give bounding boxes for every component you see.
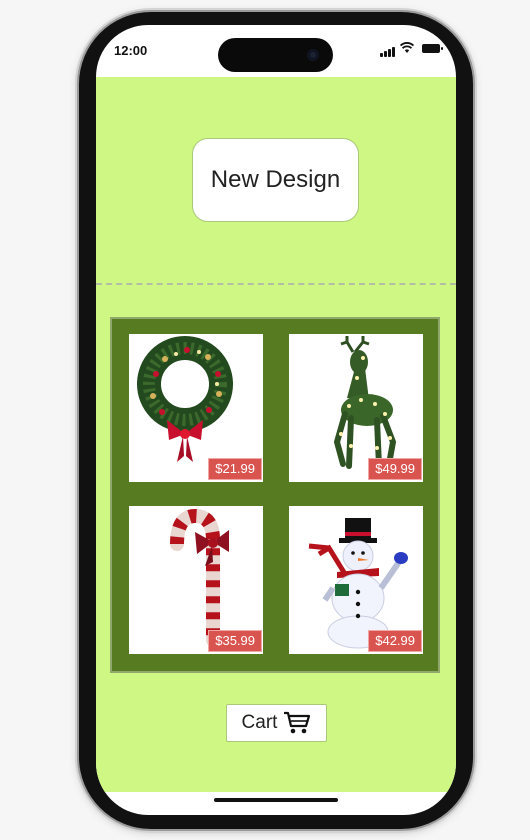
product-card-wreath[interactable]: $21.99: [129, 334, 263, 482]
product-card-candy-cane[interactable]: $35.99: [129, 506, 263, 654]
product-grid: $21.99 $49.99 $35.99 $42.99: [110, 317, 440, 673]
cart-button[interactable]: Cart: [226, 704, 327, 742]
phone-screen: 12:00 New Design $21.99 $49.99 $35.99 $4…: [96, 25, 456, 815]
status-bar: 12:00: [96, 25, 456, 77]
product-card-reindeer[interactable]: $49.99: [289, 334, 423, 482]
home-indicator[interactable]: [214, 798, 338, 802]
price-badge: $49.99: [368, 458, 422, 480]
cart-label: Cart: [241, 712, 278, 733]
camera-icon: [307, 49, 319, 61]
wifi-icon: [400, 42, 414, 53]
status-time: 12:00: [114, 43, 148, 58]
page-title: New Design: [192, 138, 359, 222]
price-badge: $21.99: [208, 458, 262, 480]
battery-icon: [422, 44, 443, 53]
dynamic-island: [218, 38, 333, 72]
divider: [96, 283, 456, 285]
price-badge: $42.99: [368, 630, 422, 652]
product-card-snowman[interactable]: $42.99: [289, 506, 423, 654]
app-content: New Design $21.99 $49.99 $35.99 $42.99 C…: [96, 77, 456, 792]
price-badge: $35.99: [208, 630, 262, 652]
cart-icon: [284, 711, 311, 734]
power-button: [473, 268, 477, 360]
